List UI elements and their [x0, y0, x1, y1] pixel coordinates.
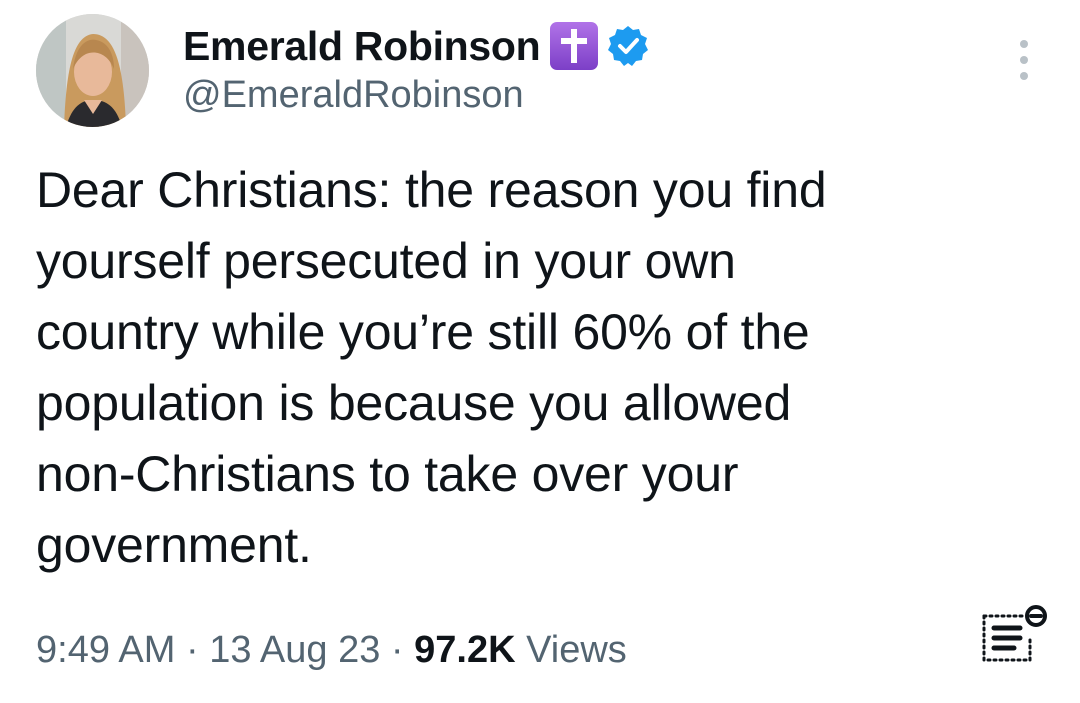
- avatar[interactable]: [36, 14, 149, 127]
- tweet-text-line: yourself persecuted in your own: [36, 233, 736, 289]
- verified-badge-icon: [608, 26, 649, 66]
- tweet-text-line: population is because you allowed: [36, 375, 792, 431]
- views-count[interactable]: 97.2K: [414, 629, 515, 671]
- dot: [1020, 72, 1028, 80]
- tweet-text: Dear Christians: the reason you find you…: [36, 155, 996, 581]
- tweet-text-line: government.: [36, 517, 312, 573]
- more-options-icon[interactable]: [1012, 40, 1036, 80]
- tweet-date[interactable]: 13 Aug 23: [209, 629, 380, 671]
- tweet-text-line: country while you’re still 60% of the: [36, 304, 810, 360]
- meta-separator: ·: [380, 629, 415, 671]
- cross-emoji-icon: [550, 22, 599, 70]
- dot: [1020, 56, 1028, 64]
- tweet-card: Emerald Robinson @EmeraldRobinson Dear C…: [0, 0, 1080, 703]
- display-name[interactable]: Emerald Robinson: [183, 23, 541, 70]
- author-handle[interactable]: @EmeraldRobinson: [183, 74, 524, 117]
- reader-mode-icon[interactable]: [976, 598, 1048, 666]
- meta-separator: ·: [175, 629, 210, 671]
- tweet-meta: 9:49 AM · 13 Aug 23 · 97.2K Views: [36, 626, 627, 674]
- tweet-text-line: non-Christians to take over your: [36, 446, 739, 502]
- tweet-time[interactable]: 9:49 AM: [36, 629, 175, 671]
- author-name-row[interactable]: Emerald Robinson: [183, 18, 650, 74]
- tweet-text-line: Dear Christians: the reason you find: [36, 162, 827, 218]
- views-label: Views: [515, 629, 627, 671]
- dot: [1020, 40, 1028, 48]
